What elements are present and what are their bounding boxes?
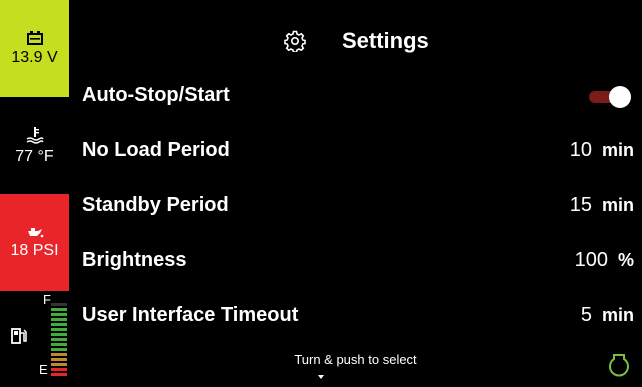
setting-label: User Interface Timeout (82, 304, 299, 326)
gear-icon (284, 30, 306, 57)
fuel-level-gauge (51, 303, 67, 379)
coolant-temperature-icon (26, 126, 44, 144)
setting-label: Auto-Stop/Start (82, 84, 230, 106)
fuel-gauge-segment (51, 328, 67, 331)
fuel-gauge-segment (51, 303, 67, 306)
setting-label: No Load Period (82, 139, 230, 161)
fuel-gauge-segment (51, 323, 67, 326)
fuel-gauge-segment (51, 308, 67, 311)
oil-pressure-tile: 18 PSI (0, 194, 69, 291)
value-unit: min (601, 195, 634, 215)
fuel-gauge-segment (51, 368, 67, 371)
fuel-gauge-segment (51, 333, 67, 336)
setting-row-auto-stop-start[interactable]: Auto-Stop/Start (82, 84, 634, 118)
setting-label: Brightness (82, 249, 187, 271)
fuel-full-label: F (43, 292, 51, 307)
fuel-gauge-segment (51, 348, 67, 351)
value-unit: % (617, 250, 634, 270)
fuel-gauge-segment (51, 313, 67, 316)
fuel-gauge-segment (51, 318, 67, 321)
status-sidebar: 13.9 V 77 °F 18 PSI F E (0, 0, 69, 387)
toggle-knob (609, 86, 631, 108)
coolant-tile: 77 °F (0, 97, 69, 194)
value-number: 10 (569, 139, 592, 161)
battery-tile: 13.9 V (0, 0, 69, 97)
setting-value: 10 min (570, 139, 634, 162)
setting-value: 15 min (570, 194, 634, 217)
scroll-down-indicator (318, 375, 324, 379)
oil-pressure-icon (26, 226, 44, 238)
coolant-temperature: 77 °F (15, 147, 54, 165)
page-title: Settings (342, 28, 429, 53)
setting-row-ui-timeout[interactable]: User Interface Timeout 5 min (82, 304, 634, 338)
value-number: 5 (580, 304, 592, 326)
fuel-gauge-segment (51, 338, 67, 341)
value-number: 15 (569, 194, 592, 216)
fuel-pump-icon (10, 327, 28, 350)
battery-icon (26, 30, 43, 45)
fuel-gauge-segment (51, 343, 67, 346)
setting-row-no-load-period[interactable]: No Load Period 10 min (82, 139, 634, 173)
value-number: 100 (574, 249, 608, 271)
rotary-knob-icon[interactable] (608, 352, 630, 385)
navigation-hint: Turn & push to select (294, 352, 417, 367)
auto-stop-start-toggle[interactable] (589, 86, 631, 108)
value-unit: min (601, 305, 634, 325)
setting-row-brightness[interactable]: Brightness 100% (82, 249, 634, 283)
battery-voltage: 13.9 V (11, 48, 58, 66)
setting-label: Standby Period (82, 194, 229, 216)
setting-value: 5 min (581, 304, 634, 327)
setting-value: 100% (575, 249, 634, 272)
fuel-gauge-segment (51, 373, 67, 376)
setting-row-standby-period[interactable]: Standby Period 15 min (82, 194, 634, 228)
value-unit: min (601, 140, 634, 160)
oil-pressure: 18 PSI (10, 241, 59, 259)
